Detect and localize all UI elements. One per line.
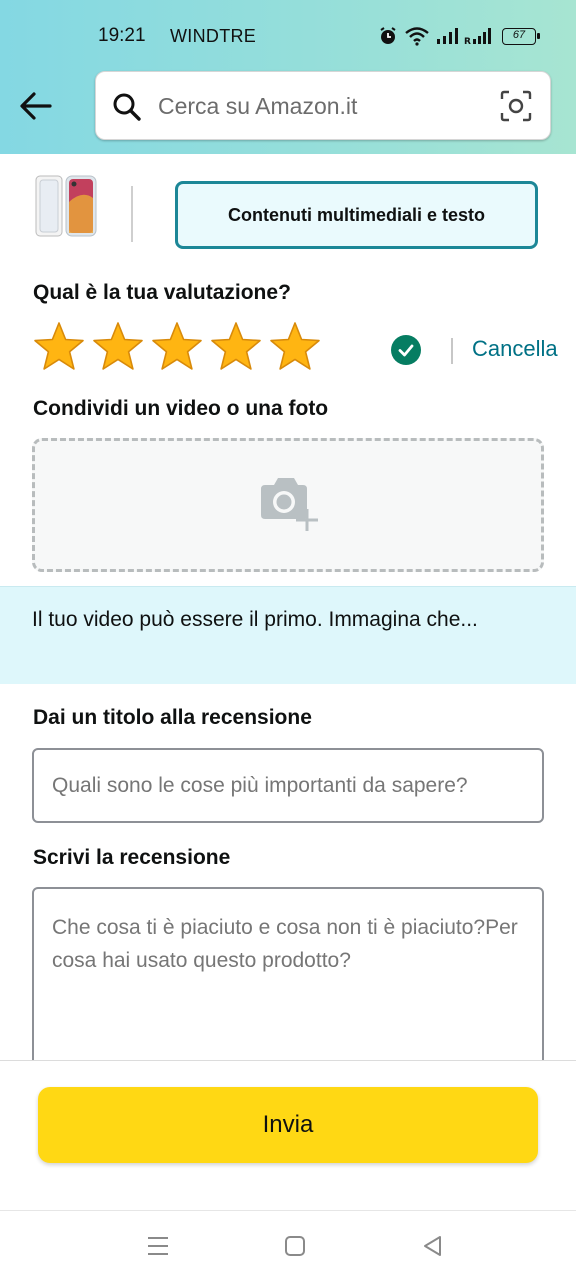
- alarm-icon: [380, 27, 396, 44]
- star-icon[interactable]: [32, 320, 86, 374]
- rating-label: Qual è la tua valutazione?: [33, 281, 291, 304]
- star-icon[interactable]: [268, 320, 322, 374]
- app-header: 19:21 WINDTRE R 67: [0, 0, 576, 154]
- menu-icon[interactable]: [143, 1231, 173, 1261]
- battery-icon: 67: [502, 27, 540, 45]
- separator: [451, 338, 453, 364]
- review-body-label: Scrivi la recensione: [33, 846, 231, 869]
- system-nav-bar: [0, 1210, 576, 1280]
- status-bar: 19:21 WINDTRE R 67: [0, 0, 576, 72]
- review-body-textarea[interactable]: [32, 887, 544, 1087]
- svg-text:R: R: [464, 37, 471, 45]
- product-thumbnail[interactable]: [32, 172, 104, 240]
- signal-icon: [437, 28, 458, 44]
- media-upload-area[interactable]: [32, 438, 544, 572]
- roaming-signal-icon: R: [464, 28, 491, 45]
- star-rating[interactable]: [32, 320, 322, 374]
- search-bar[interactable]: [95, 71, 551, 140]
- status-carrier: WINDTRE: [170, 26, 257, 46]
- review-title-input[interactable]: [32, 748, 544, 823]
- review-title-label: Dai un titolo alla recensione: [33, 706, 312, 729]
- star-icon[interactable]: [209, 320, 263, 374]
- media-label: Condividi un video o una foto: [33, 397, 329, 420]
- star-icon[interactable]: [150, 320, 204, 374]
- home-square-icon[interactable]: [280, 1231, 310, 1261]
- tab-media-and-text[interactable]: Contenuti multimediali e testo: [175, 181, 538, 249]
- camera-add-icon: [261, 478, 318, 531]
- status-time: 19:21: [98, 25, 146, 46]
- camera-scan-icon[interactable]: [500, 90, 532, 122]
- wifi-icon: [405, 27, 429, 46]
- status-icons: R 67: [378, 24, 540, 48]
- back-triangle-icon[interactable]: [418, 1231, 448, 1261]
- star-icon[interactable]: [91, 320, 145, 374]
- arrow-left-icon[interactable]: [18, 88, 54, 124]
- checkmark-icon: [391, 335, 421, 365]
- info-banner: Il tuo video può essere il primo. Immagi…: [0, 586, 576, 684]
- submit-button[interactable]: Invia: [38, 1087, 538, 1163]
- divider: [131, 186, 133, 242]
- search-icon: [113, 93, 141, 121]
- search-input[interactable]: [158, 88, 478, 124]
- cancel-rating-link[interactable]: Cancella: [472, 336, 558, 362]
